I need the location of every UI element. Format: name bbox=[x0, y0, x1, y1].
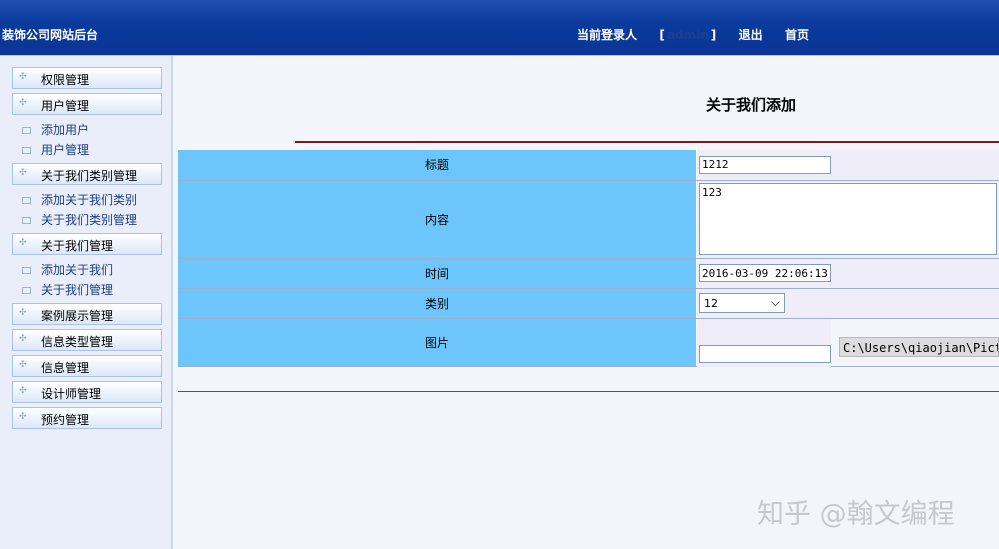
bracket-close: ] bbox=[710, 28, 717, 42]
box-icon bbox=[22, 147, 31, 154]
time-label: 时间 bbox=[178, 258, 697, 289]
sidebar-subitem-label: 用户管理 bbox=[41, 143, 90, 157]
sidebar-item-users[interactable]: ✣ 用户管理 bbox=[12, 93, 162, 115]
bracket-open: [ bbox=[659, 28, 665, 42]
category-select[interactable]: 12 ⌵ bbox=[699, 293, 785, 313]
plus-icon: ✣ bbox=[19, 168, 27, 178]
sidebar-item-permission[interactable]: ✣ 权限管理 bbox=[12, 67, 162, 89]
form-row-title: 标题 bbox=[178, 150, 999, 181]
sidebar-subitem-label: 添加用户 bbox=[41, 123, 90, 137]
sidebar-item-label: 权限管理 bbox=[41, 73, 90, 87]
about-form: 标题 内容 123 时间 类别 12 ⌵ bbox=[178, 150, 999, 367]
category-selected-value: 12 bbox=[704, 297, 718, 310]
sidebar-item-info-type[interactable]: ✣ 信息类型管理 bbox=[12, 329, 162, 351]
content-textarea[interactable]: 123 bbox=[699, 182, 997, 255]
box-icon bbox=[22, 127, 31, 134]
box-icon bbox=[22, 217, 31, 224]
sidebar-item-label: 案例展示管理 bbox=[41, 309, 114, 323]
image-label: 图片 bbox=[178, 318, 697, 367]
box-icon bbox=[22, 197, 31, 204]
current-user: admin bbox=[666, 28, 709, 42]
watermark: 知乎 @翰文编程 bbox=[757, 499, 955, 530]
plus-icon: ✣ bbox=[19, 386, 27, 396]
sidebar-item-cases[interactable]: ✣ 案例展示管理 bbox=[12, 303, 162, 325]
logout-link[interactable]: 退出 bbox=[739, 28, 763, 42]
main-content: 关于我们添加 标题 内容 123 时间 类别 12 ⌵ bbox=[173, 56, 999, 549]
sidebar-subitem-user-manage[interactable]: 用户管理 bbox=[22, 141, 89, 158]
plus-icon: ✣ bbox=[19, 98, 27, 108]
title-divider bbox=[295, 141, 999, 143]
box-icon bbox=[22, 267, 31, 274]
plus-icon: ✣ bbox=[19, 412, 27, 422]
sidebar-subitem-label: 关于我们管理 bbox=[41, 283, 114, 297]
bottom-divider bbox=[178, 391, 999, 392]
form-row-content: 内容 123 bbox=[178, 180, 999, 259]
title-input[interactable] bbox=[699, 155, 831, 174]
sidebar-subitem-about-category-manage[interactable]: 关于我们类别管理 bbox=[22, 211, 137, 228]
sidebar-item-about[interactable]: ✣ 关于我们管理 bbox=[12, 233, 162, 255]
form-row-image: 图片 C:\Users\qiaojian\Pict bbox=[178, 318, 999, 367]
sidebar-item-label: 设计师管理 bbox=[41, 387, 102, 401]
site-title: 装饰公司网站后台 bbox=[2, 28, 99, 42]
time-input[interactable] bbox=[699, 264, 831, 282]
box-icon bbox=[22, 287, 31, 294]
sidebar-subitem-label: 添加关于我们类别 bbox=[41, 193, 138, 207]
title-label: 标题 bbox=[178, 150, 697, 181]
plus-icon: ✣ bbox=[19, 334, 27, 344]
header-bar: 装饰公司网站后台 当前登录人 [admin] 退出 首页 bbox=[0, 0, 999, 56]
sidebar-item-label: 关于我们类别管理 bbox=[41, 169, 138, 183]
sidebar-item-info[interactable]: ✣ 信息管理 bbox=[12, 355, 162, 377]
file-chooser[interactable]: C:\Users\qiaojian\Pict bbox=[839, 336, 999, 357]
login-area: 当前登录人 [admin] 退出 首页 bbox=[577, 26, 809, 43]
sidebar-item-designer[interactable]: ✣ 设计师管理 bbox=[12, 381, 162, 403]
home-link[interactable]: 首页 bbox=[785, 28, 809, 42]
form-row-category: 类别 12 ⌵ bbox=[178, 288, 999, 319]
page-title: 关于我们添加 bbox=[706, 96, 797, 114]
sidebar-subitem-add-about-category[interactable]: 添加关于我们类别 bbox=[22, 191, 137, 208]
sidebar-item-label: 信息管理 bbox=[41, 361, 90, 375]
sidebar-item-label: 信息类型管理 bbox=[41, 335, 114, 349]
sidebar-subitem-add-about[interactable]: 添加关于我们 bbox=[22, 261, 113, 278]
sidebar-item-label: 预约管理 bbox=[41, 413, 90, 427]
plus-icon: ✣ bbox=[19, 308, 27, 318]
sidebar-subitem-label: 关于我们类别管理 bbox=[41, 213, 138, 227]
content-label: 内容 bbox=[178, 180, 697, 259]
sidebar-subitem-add-user[interactable]: 添加用户 bbox=[22, 121, 89, 138]
plus-icon: ✣ bbox=[19, 72, 27, 82]
sidebar-item-label: 关于我们管理 bbox=[41, 239, 114, 253]
plus-icon: ✣ bbox=[19, 360, 27, 370]
chevron-down-icon: ⌵ bbox=[770, 295, 780, 309]
image-path-input[interactable] bbox=[699, 344, 831, 363]
sidebar-item-reservation[interactable]: ✣ 预约管理 bbox=[12, 407, 162, 429]
login-label: 当前登录人 bbox=[577, 28, 638, 42]
plus-icon: ✣ bbox=[19, 238, 27, 248]
sidebar: ✣ 权限管理 ✣ 用户管理 添加用户 用户管理 ✣ 关于我们类别管理 添加关于我… bbox=[0, 56, 173, 549]
form-row-time: 时间 bbox=[178, 258, 999, 289]
sidebar-item-label: 用户管理 bbox=[41, 99, 90, 113]
sidebar-subitem-label: 添加关于我们 bbox=[41, 263, 114, 277]
category-label: 类别 bbox=[178, 288, 697, 319]
sidebar-item-about-category[interactable]: ✣ 关于我们类别管理 bbox=[12, 163, 162, 185]
sidebar-subitem-about-manage[interactable]: 关于我们管理 bbox=[22, 281, 113, 298]
